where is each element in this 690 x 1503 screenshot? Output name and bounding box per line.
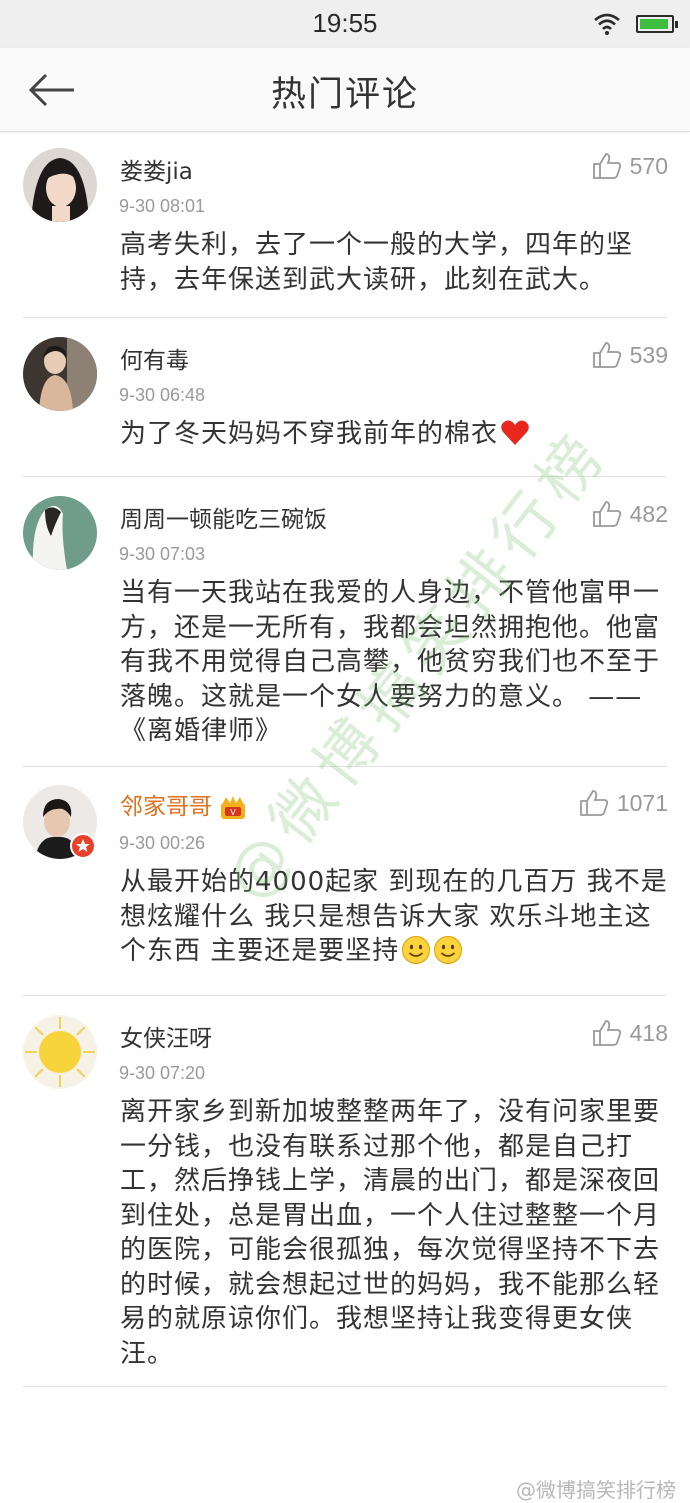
like-button[interactable]: 418 (592, 1019, 668, 1047)
vip-crown-icon: V (221, 795, 245, 819)
comment-time: 9-30 00:26 (119, 833, 206, 853)
like-button[interactable]: 570 (592, 152, 668, 180)
comment-time: 9-30 07:03 (119, 544, 206, 564)
username-text[interactable]: 邻家哥哥 (120, 794, 212, 820)
heart-emoji-icon (501, 420, 529, 445)
divider (23, 766, 667, 767)
smile-emoji-icon (434, 935, 463, 965)
thumbs-up-icon (579, 790, 608, 816)
verified-badge-icon (70, 833, 96, 859)
like-count: 482 (629, 500, 668, 527)
like-button[interactable]: 482 (592, 500, 668, 528)
comment-text-content: 从最开始的4000起家 到现在的几百万 我不是想炫耀什么 我只是想告诉大家 欢乐… (120, 867, 668, 966)
divider (23, 317, 667, 318)
divider (23, 1386, 667, 1387)
like-button[interactable]: 1071 (579, 789, 668, 817)
username[interactable]: 娄娄jia (120, 152, 193, 186)
corner-watermark-text: @微博搞笑排行榜 (516, 1478, 676, 1502)
comment-text-content: 为了冬天妈妈不穿我前年的棉衣 (120, 419, 499, 449)
comment-time: 9-30 06:48 (119, 385, 206, 405)
divider (23, 995, 667, 996)
username[interactable]: 女侠汪呀 (120, 1019, 212, 1053)
status-bar: 19:55 (0, 0, 690, 48)
comment-text: 从最开始的4000起家 到现在的几百万 我不是想炫耀什么 我只是想告诉大家 欢乐… (120, 865, 670, 969)
nav-bar: 热门评论 (0, 48, 690, 132)
comment-text: 当有一天我站在我爱的人身边，不管他富甲一方，还是一无所有，我都会坦然拥抱他。他富… (120, 578, 661, 746)
wifi-icon (594, 13, 620, 35)
battery-icon (636, 15, 678, 33)
like-count: 1071 (616, 789, 668, 816)
comment-time: 9-30 07:20 (119, 1063, 206, 1083)
thumbs-up-icon (592, 1020, 621, 1046)
thumbs-up-icon (592, 153, 621, 179)
thumbs-up-icon (592, 342, 621, 368)
comment-text: 高考失利，去了一个一般的大学，四年的坚持，去年保送到武大读研，此刻在武大。 (120, 230, 634, 295)
svg-text:V: V (230, 808, 236, 817)
username: 邻家哥哥 V (120, 787, 248, 821)
username[interactable]: 何有毒 (120, 341, 189, 375)
thumbs-up-icon (592, 501, 621, 527)
smile-emoji-icon (402, 935, 431, 965)
like-button[interactable]: 539 (592, 341, 668, 369)
avatar[interactable] (23, 1015, 97, 1089)
like-count: 418 (629, 1019, 668, 1046)
comment-text: 为了冬天妈妈不穿我前年的棉衣 (120, 417, 670, 452)
like-count: 570 (629, 152, 668, 179)
avatar[interactable] (23, 496, 97, 570)
status-time: 19:55 (312, 8, 378, 38)
comment-time: 9-30 08:01 (119, 196, 206, 216)
page-title: 热门评论 (270, 75, 419, 115)
avatar[interactable] (23, 337, 97, 411)
username[interactable]: 周周一顿能吃三碗饭 (120, 500, 327, 534)
like-count: 539 (629, 341, 668, 368)
comment-text: 离开家乡到新加坡整整两年了，没有问家里要一分钱，也没有联系过那个他，都是自己打工… (120, 1097, 661, 1369)
divider (23, 476, 667, 477)
avatar[interactable] (23, 148, 97, 222)
